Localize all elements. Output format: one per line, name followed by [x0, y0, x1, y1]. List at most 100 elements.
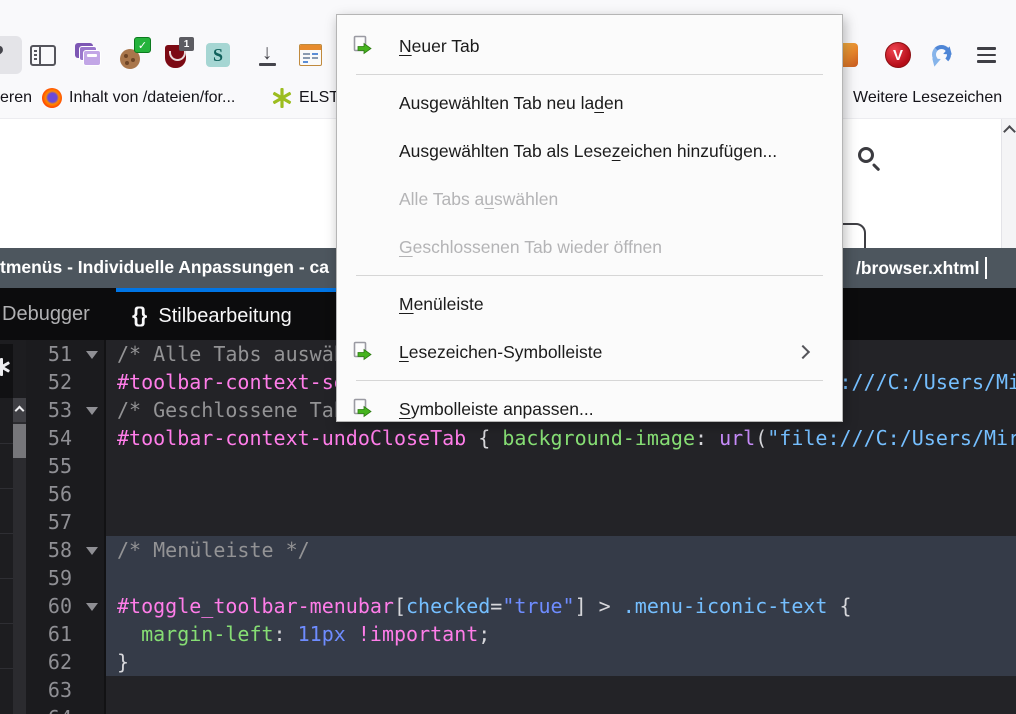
tab-debugger[interactable]: Debugger	[2, 288, 90, 340]
form-extension-icon[interactable]	[296, 41, 324, 69]
elster-star-icon	[272, 88, 292, 108]
more-bookmarks-button[interactable]: Weitere Lesezeichen	[853, 89, 1002, 107]
stylesheet-item-partial[interactable]	[0, 344, 13, 398]
code-line[interactable]: 61 margin-left: 11px !important;	[0, 620, 1016, 648]
menu-item-reload-selected-tab[interactable]: Ausgewählten Tab neu laden	[337, 79, 842, 127]
menu-separator	[356, 74, 823, 75]
stylus-extension-icon[interactable]: S	[204, 41, 232, 69]
sync-icon[interactable]	[928, 41, 956, 69]
browser-window: ? ✓ 1 S ↓	[0, 0, 1016, 714]
ublock-badge: 1	[179, 37, 194, 51]
page-title: tmenüs - Individuelle Anpassungen - ca	[0, 257, 329, 278]
fold-gutter	[80, 452, 106, 480]
toolbar-context-menu: Neuer Tab Ausgewählten Tab neu laden Ausge…	[336, 14, 843, 422]
fold-arrow-icon	[86, 603, 98, 611]
code-line[interactable]: 55	[0, 452, 1016, 480]
code-line[interactable]: 59	[0, 564, 1016, 592]
code-text	[106, 480, 1016, 508]
code-text: margin-left: 11px !important;	[106, 620, 1016, 648]
fold-gutter	[80, 648, 106, 676]
session-windows-icon[interactable]	[74, 41, 102, 69]
new-tab-page-arrow-icon	[351, 35, 373, 57]
fold-gutter	[80, 704, 106, 714]
menu-item-bookmarks-toolbar[interactable]: Lesezeichen-Symbolleiste	[337, 328, 842, 376]
braces-icon: {}	[132, 304, 146, 328]
menu-item-label: Alle Tabs auswählen	[399, 189, 558, 210]
new-tab-page-arrow-icon	[351, 341, 373, 363]
code-line[interactable]: 56	[0, 480, 1016, 508]
search-icon[interactable]	[858, 147, 884, 173]
menu-item-label: Geschlossenen Tab wieder öffnen	[399, 237, 662, 258]
extension-icon-partial[interactable]: ?	[0, 36, 22, 74]
stylesheet-list-sliver	[0, 340, 26, 714]
code-text	[106, 564, 1016, 592]
code-line[interactable]: 62}	[0, 648, 1016, 676]
code-text	[106, 452, 1016, 480]
fold-toggle[interactable]	[80, 396, 106, 424]
code-line[interactable]: 64	[0, 704, 1016, 714]
code-line[interactable]: 60#toggle_toolbar-menubar[checked="true"…	[0, 592, 1016, 620]
bookmark-item-partial[interactable]: eren	[0, 89, 32, 107]
new-tab-page-arrow-icon	[351, 398, 373, 420]
code-text	[106, 704, 1016, 714]
firefox-favicon	[42, 88, 62, 108]
cookie-allowed-badge: ✓	[134, 37, 151, 53]
fold-arrow-icon	[86, 407, 98, 415]
code-line[interactable]: 57	[0, 508, 1016, 536]
bookmark-item[interactable]: Inhalt von /dateien/for...	[42, 88, 235, 108]
sidebar-icon	[30, 45, 56, 66]
code-text	[106, 676, 1016, 704]
fold-gutter	[80, 508, 106, 536]
fold-gutter	[80, 676, 106, 704]
fold-gutter	[80, 564, 106, 592]
hamburger-icon	[977, 47, 996, 63]
download-icon: ↓	[259, 44, 276, 66]
fold-toggle[interactable]	[80, 340, 106, 368]
submenu-chevron-icon	[796, 345, 810, 359]
scrollbar-thumb[interactable]	[13, 424, 26, 458]
chevron-up-icon	[15, 406, 25, 416]
scrollbar-up-button[interactable]	[13, 398, 26, 422]
star-icon	[0, 358, 10, 376]
page-scrollbar[interactable]	[1001, 119, 1016, 248]
fold-gutter	[80, 480, 106, 508]
menu-item-select-all-tabs: Alle Tabs auswählen	[337, 175, 842, 223]
sidebar-toggle-icon[interactable]	[29, 41, 57, 69]
document-url: /browser.xhtml	[856, 258, 980, 279]
fold-arrow-icon	[86, 351, 98, 359]
menu-item-new-tab[interactable]: Neuer Tab	[337, 22, 842, 70]
menu-item-label: Lesezeichen-Symbolleiste	[399, 342, 602, 363]
fold-toggle[interactable]	[80, 592, 106, 620]
fold-toggle[interactable]	[80, 536, 106, 564]
cookie-extension-icon[interactable]: ✓	[120, 41, 148, 69]
fold-arrow-icon	[86, 547, 98, 555]
scroll-up-arrow-icon	[1003, 125, 1016, 138]
menu-item-undo-close-tab: Geschlossenen Tab wieder öffnen	[337, 223, 842, 271]
menu-item-label: Ausgewählten Tab als Lesezeichen hinzufü…	[399, 141, 777, 162]
fold-gutter	[80, 620, 106, 648]
code-text: /* Menüleiste */	[106, 536, 1016, 564]
code-text: }	[106, 648, 1016, 676]
menu-item-label: Symbolleiste anpassen...	[399, 399, 594, 420]
menu-item-bookmark-selected-tab[interactable]: Ausgewählten Tab als Lesezeichen hinzufü…	[337, 127, 842, 175]
menu-separator	[356, 275, 823, 276]
tab-style-editor[interactable]: {} Stilbearbeitung	[116, 288, 362, 340]
code-line[interactable]: 58/* Menüleiste */	[0, 536, 1016, 564]
code-line[interactable]: 63	[0, 676, 1016, 704]
video-downloader-icon[interactable]: V	[884, 41, 912, 69]
menu-item-label: Neuer Tab	[399, 36, 479, 57]
menu-item-customize-toolbar[interactable]: Symbolleiste anpassen...	[337, 385, 842, 433]
menu-item-label: Menüleiste	[399, 294, 484, 315]
fold-gutter	[80, 368, 106, 396]
sidebar-scrollbar[interactable]	[13, 398, 26, 714]
menu-separator	[356, 380, 823, 381]
fold-gutter	[80, 424, 106, 452]
ublock-origin-icon[interactable]: 1	[163, 41, 191, 69]
app-menu-button[interactable]	[972, 41, 1000, 69]
code-text	[106, 508, 1016, 536]
menu-item-menu-bar[interactable]: Menüleiste	[337, 280, 842, 328]
text-cursor	[985, 257, 987, 279]
code-text: #toggle_toolbar-menubar[checked="true"] …	[106, 592, 1016, 620]
menu-item-label: Ausgewählten Tab neu laden	[399, 93, 623, 114]
downloads-button[interactable]: ↓	[253, 41, 281, 69]
